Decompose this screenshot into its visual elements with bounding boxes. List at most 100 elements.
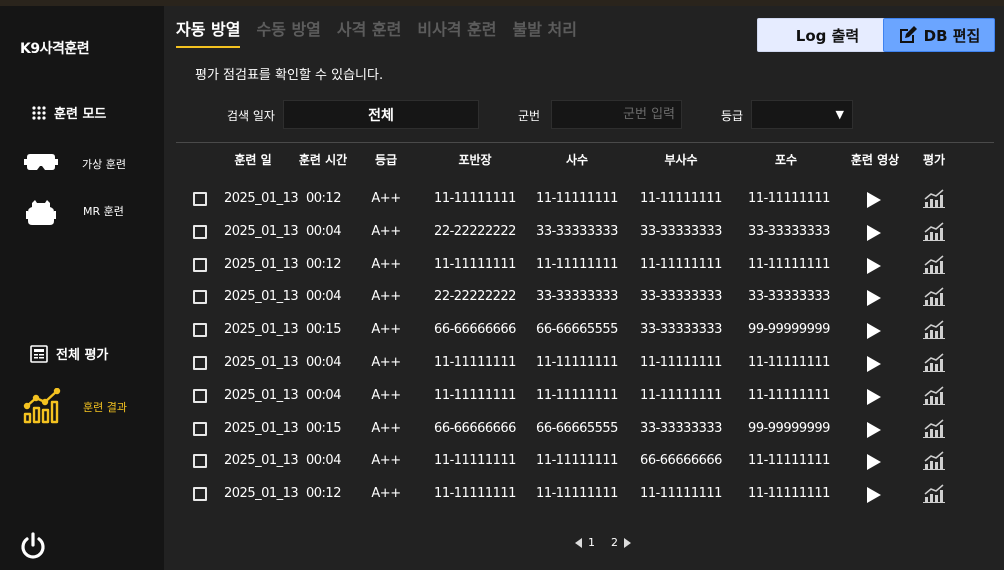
eval-chart-icon[interactable] xyxy=(923,319,945,340)
sidebar-item-vr-training[interactable]: 가상 훈련 xyxy=(24,152,126,174)
sidebar: K9사격훈련 훈련 모드 가상 훈련 MR 훈련 전체 평가 훈련 결과 xyxy=(0,6,164,570)
mr-headset-icon xyxy=(26,200,56,225)
db-edit-button[interactable]: DB 편집 xyxy=(883,18,995,52)
tab-misfire-handling[interactable]: 불발 처리 xyxy=(513,16,577,48)
sidebar-item-mr-training[interactable]: MR 훈련 xyxy=(26,199,124,227)
app-title: K9사격훈련 xyxy=(20,41,90,57)
play-video-icon[interactable] xyxy=(867,290,881,307)
play-video-icon[interactable] xyxy=(867,388,881,405)
eval-chart-icon[interactable] xyxy=(923,450,945,471)
log-export-button[interactable]: Log 출력 xyxy=(757,18,898,52)
row-checkbox[interactable] xyxy=(193,323,207,338)
table-row: 2025_01_13 00:04 A++ 22-22222222 33-33333333… xyxy=(164,281,1004,314)
unit-number-input[interactable] xyxy=(552,107,675,122)
row-checkbox[interactable] xyxy=(193,388,207,403)
play-video-icon[interactable] xyxy=(867,323,881,340)
eval-chart-icon[interactable] xyxy=(923,483,945,504)
cell-time: 00:04 xyxy=(306,289,341,305)
cell-assistant: 33-33333333 xyxy=(640,289,722,305)
cell-time: 00:04 xyxy=(306,387,341,403)
tab-manual-laying[interactable]: 수동 방열 xyxy=(256,16,320,48)
eval-chart-icon[interactable] xyxy=(923,385,945,405)
grade-select[interactable]: ▼ xyxy=(751,100,853,129)
cell-time: 00:04 xyxy=(306,453,341,469)
training-mode-heading: 훈련 모드 xyxy=(32,103,106,122)
power-icon xyxy=(21,532,45,559)
eval-chart-icon[interactable] xyxy=(923,352,945,372)
prev-page-icon[interactable] xyxy=(575,537,582,548)
col-head-grade: 등급 xyxy=(374,153,398,167)
sidebar-item-training-result[interactable]: 훈련 결과 xyxy=(22,388,127,424)
row-checkbox[interactable] xyxy=(193,290,207,305)
cell-assistant: 11-11111111 xyxy=(640,486,722,502)
sidebar-item-label: 가상 훈련 xyxy=(82,158,126,171)
row-checkbox[interactable] xyxy=(193,192,207,206)
play-video-icon[interactable] xyxy=(867,421,881,438)
power-button[interactable] xyxy=(19,532,47,564)
tab-auto-laying[interactable]: 자동 방열 xyxy=(176,16,241,48)
cell-assistant: 33-33333333 xyxy=(640,322,722,338)
dropdown-arrow-icon: ▼ xyxy=(835,108,844,121)
cell-time: 00:15 xyxy=(306,322,341,338)
cell-gunner: 11-11111111 xyxy=(536,354,618,370)
cell-grade: A++ xyxy=(371,256,401,272)
eval-chart-icon[interactable] xyxy=(923,188,945,208)
tab-non-firing-training[interactable]: 비사격 훈련 xyxy=(417,16,496,48)
table-row: 2025_01_13 00:12 A++ 11-11111111 11-11111111… xyxy=(164,249,1004,282)
cell-gunner: 11-11111111 xyxy=(536,191,618,206)
cell-assistant: 11-11111111 xyxy=(640,354,722,370)
col-head-loader: 포수 xyxy=(774,153,798,167)
eval-chart-icon[interactable] xyxy=(923,418,945,438)
cell-chief: 11-11111111 xyxy=(434,387,516,403)
cell-grade: A++ xyxy=(371,354,401,370)
eval-chart-icon[interactable] xyxy=(923,286,945,307)
play-video-icon[interactable] xyxy=(867,192,881,208)
eval-chart-icon[interactable] xyxy=(923,221,945,241)
cell-loader: 11-11111111 xyxy=(748,256,830,272)
cell-loader: 99-99999999 xyxy=(748,322,830,338)
next-page-icon[interactable] xyxy=(624,537,631,548)
chart-growth-icon xyxy=(23,388,61,424)
cell-loader: 11-11111111 xyxy=(748,191,830,206)
page-1-link[interactable]: 1 xyxy=(588,536,595,549)
cell-grade: A++ xyxy=(371,322,401,338)
eval-chart-icon[interactable] xyxy=(923,254,945,274)
row-checkbox[interactable] xyxy=(193,355,207,370)
cell-chief: 11-11111111 xyxy=(434,191,516,206)
cell-gunner: 33-33333333 xyxy=(536,289,618,305)
cell-date: 2025_01_13 xyxy=(224,453,299,469)
training-mode-label: 훈련 모드 xyxy=(54,107,107,122)
play-video-icon[interactable] xyxy=(867,257,881,274)
table-row: 2025_01_13 00:12 A++ 11-11111111 11-11111111… xyxy=(164,478,1004,511)
overall-eval-heading[interactable]: 전체 평가 xyxy=(30,344,108,363)
page-2-link[interactable]: 2 xyxy=(611,536,618,549)
row-checkbox[interactable] xyxy=(193,421,207,436)
cell-assistant: 11-11111111 xyxy=(640,191,722,206)
cell-assistant: 11-11111111 xyxy=(640,387,722,403)
db-edit-label: DB 편집 xyxy=(923,26,981,45)
cell-date: 2025_01_13 xyxy=(224,256,299,272)
unit-number-field[interactable] xyxy=(551,100,682,129)
cell-gunner: 11-11111111 xyxy=(536,387,618,403)
cell-assistant: 66-66666666 xyxy=(640,453,722,469)
play-video-icon[interactable] xyxy=(867,454,881,471)
row-checkbox[interactable] xyxy=(193,257,207,272)
tab-firing-training[interactable]: 사격 훈련 xyxy=(337,16,401,48)
cell-date: 2025_01_13 xyxy=(224,486,299,502)
cell-chief: 66-66666666 xyxy=(434,420,516,436)
search-date-field[interactable]: 전체 xyxy=(283,100,479,129)
cell-time: 00:15 xyxy=(306,420,341,436)
grid-dots-icon xyxy=(32,105,46,120)
pagination: 1 2 xyxy=(575,536,631,549)
row-checkbox[interactable] xyxy=(193,487,207,502)
row-checkbox[interactable] xyxy=(193,454,207,469)
play-video-icon[interactable] xyxy=(867,355,881,372)
cell-loader: 99-99999999 xyxy=(748,420,830,436)
cell-loader: 11-11111111 xyxy=(748,486,830,502)
play-video-icon[interactable] xyxy=(867,224,881,241)
row-checkbox[interactable] xyxy=(193,224,207,239)
cell-chief: 11-11111111 xyxy=(434,453,516,469)
cell-date: 2025_01_13 xyxy=(224,354,299,370)
play-video-icon[interactable] xyxy=(867,487,881,504)
cell-date: 2025_01_13 xyxy=(224,223,299,239)
